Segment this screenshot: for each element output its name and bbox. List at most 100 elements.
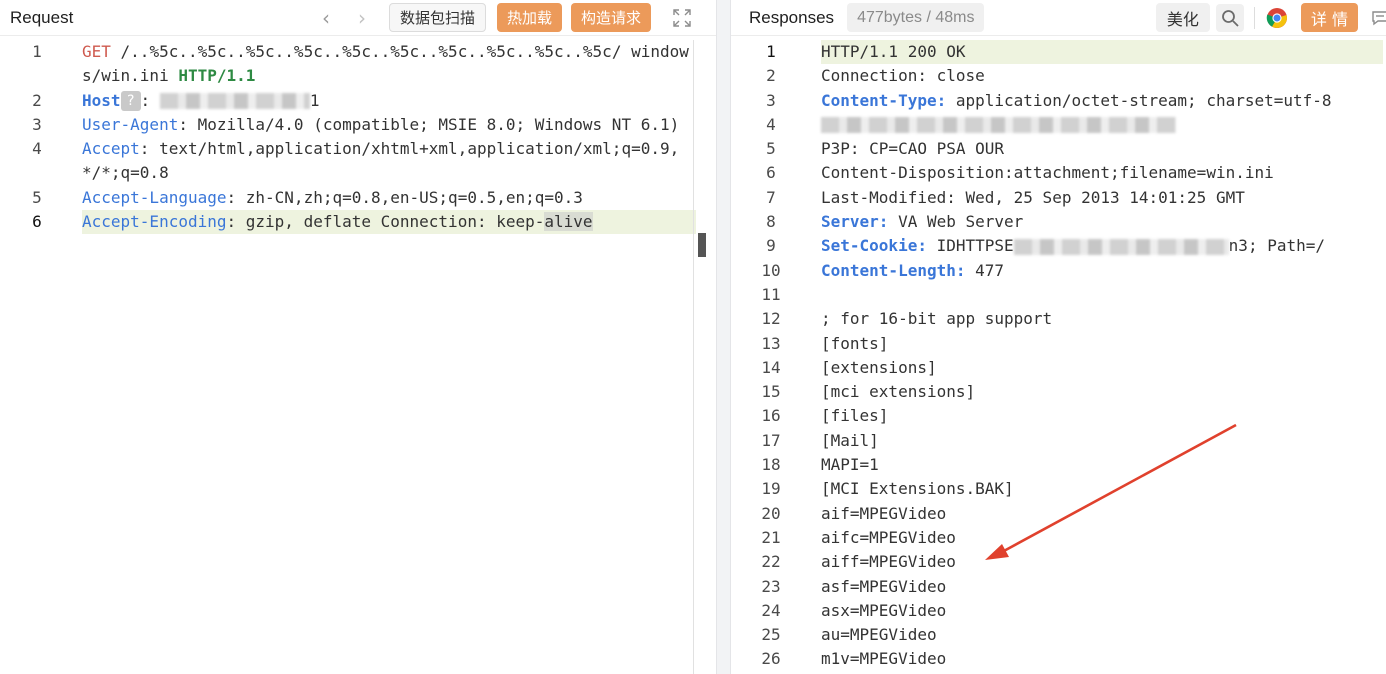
response-line-11: 11 bbox=[731, 283, 1386, 307]
header-key: Content-Type: bbox=[821, 90, 947, 110]
request-pane: Request ‹ › 数据包扫描 热加载 构造请求 1 GET /..%5c.… bbox=[0, 0, 716, 674]
response-line-13: 13 [fonts] bbox=[731, 332, 1386, 356]
response-line-text: Content-Type: application/octet-stream; … bbox=[821, 89, 1383, 113]
header-value: P3P: CP=CAO PSA OUR bbox=[821, 139, 1005, 159]
response-viewer[interactable]: 1 HTTP/1.1 200 OK 2 Connection: close 3 Conte… bbox=[731, 40, 1386, 672]
line-number: 17 bbox=[761, 430, 781, 450]
header-value: [fonts] bbox=[821, 333, 889, 353]
request-line-text: Accept: text/html,application/xhtml+xml,… bbox=[82, 137, 696, 186]
header-value: m1v=MPEGVideo bbox=[821, 649, 947, 669]
header-value: IDHTTPSE bbox=[926, 236, 1014, 256]
response-line-9: 9 Set-Cookie: IDHTTPSE n3; Path=/ bbox=[731, 234, 1386, 258]
chrome-icon[interactable] bbox=[1263, 4, 1291, 32]
header-separator: : bbox=[226, 187, 246, 207]
line-number: 3 bbox=[766, 90, 776, 110]
line-number: 15 bbox=[761, 382, 781, 402]
beautify-button[interactable]: 美化 bbox=[1155, 3, 1210, 32]
response-line-14: 14 [extensions] bbox=[731, 356, 1386, 380]
response-line-6: 6 Content-Disposition:attachment;filename… bbox=[731, 161, 1386, 185]
line-number: 18 bbox=[761, 455, 781, 475]
header-key: Content-Length: bbox=[821, 260, 966, 280]
http-protocol: HTTP/1.1 bbox=[178, 66, 256, 86]
line-number: 6 bbox=[766, 163, 776, 183]
line-number: 12 bbox=[761, 309, 781, 329]
header-value: [MCI Extensions.BAK] bbox=[821, 479, 1014, 499]
header-value: au=MPEGVideo bbox=[821, 625, 937, 645]
header-value: gzip, deflate Connection: keep- bbox=[245, 212, 545, 232]
response-line-text: Set-Cookie: IDHTTPSE n3; Path=/ bbox=[821, 234, 1383, 258]
http-method: GET bbox=[82, 42, 111, 61]
header-value: ; for 16-bit app support bbox=[821, 309, 1053, 329]
line-number: 26 bbox=[761, 649, 781, 669]
header-value: Content-Disposition:attachment;filename=… bbox=[821, 163, 1274, 183]
response-line-text bbox=[821, 283, 1383, 307]
comment-icon[interactable] bbox=[1366, 4, 1386, 32]
request-line-text: Accept-Encoding: gzip, deflate Connectio… bbox=[82, 210, 696, 235]
response-line-10: 10 Content-Length: 477 bbox=[731, 259, 1386, 283]
line-number: 19 bbox=[761, 479, 781, 499]
request-path: /..%5c..%5c..%5c..%5c..%5c..%5c..%5c..%5… bbox=[82, 42, 689, 86]
response-line-19: 19 [MCI Extensions.BAK] bbox=[731, 477, 1386, 501]
request-line-2: 2 Host?: 1 bbox=[0, 89, 716, 113]
line-number: 1 bbox=[766, 42, 776, 61]
request-scroll-track[interactable] bbox=[693, 40, 694, 674]
request-editor[interactable]: 1 GET /..%5c..%5c..%5c..%5c..%5c..%5c..%… bbox=[0, 40, 716, 235]
response-line-5: 5 P3P: CP=CAO PSA OUR bbox=[731, 137, 1386, 161]
hot-load-button[interactable]: 热加载 bbox=[496, 3, 562, 32]
pane-splitter[interactable] bbox=[716, 0, 731, 674]
response-line-text: Server: VA Web Server bbox=[821, 210, 1383, 234]
response-line-18: 18 MAPI=1 bbox=[731, 453, 1386, 477]
line-number: 7 bbox=[766, 187, 776, 207]
line-number: 10 bbox=[761, 260, 781, 280]
request-line-6: 6 Accept-Encoding: gzip, deflate Connect… bbox=[0, 210, 716, 235]
forward-arrow-icon[interactable]: › bbox=[349, 6, 375, 30]
response-line-24: 24 asx=MPEGVideo bbox=[731, 599, 1386, 623]
response-line-text: ; for 16-bit app support bbox=[821, 307, 1383, 331]
header-value: text/html,application/xhtml+xml,applicat… bbox=[82, 139, 680, 183]
response-line-text: asf=MPEGVideo bbox=[821, 575, 1383, 599]
header-separator: : bbox=[226, 212, 246, 232]
response-line-21: 21 aifc=MPEGVideo bbox=[731, 526, 1386, 550]
request-line-text: GET /..%5c..%5c..%5c..%5c..%5c..%5c..%5c… bbox=[82, 40, 696, 89]
line-number: 4 bbox=[766, 114, 776, 134]
line-number: 5 bbox=[32, 187, 42, 207]
header-value: aif=MPEGVideo bbox=[821, 503, 947, 523]
response-line-3: 3 Content-Type: application/octet-stream;… bbox=[731, 89, 1386, 113]
response-line-text: aifc=MPEGVideo bbox=[821, 526, 1383, 550]
header-key: Accept bbox=[82, 139, 140, 159]
header-value: [extensions] bbox=[821, 357, 937, 377]
line-number: 13 bbox=[761, 333, 781, 353]
request-title: Request bbox=[10, 7, 74, 27]
header-value: zh-CN,zh;q=0.8,en-US;q=0.5,en;q=0.3 bbox=[245, 187, 583, 207]
response-line-17: 17 [Mail] bbox=[731, 429, 1386, 453]
response-size-badge: 477bytes / 48ms bbox=[847, 3, 985, 32]
header-value: asx=MPEGVideo bbox=[821, 600, 947, 620]
details-button[interactable]: 详 情 bbox=[1300, 3, 1358, 32]
header-value: aifc=MPEGVideo bbox=[821, 527, 956, 547]
response-line-text: Content-Disposition:attachment;filename=… bbox=[821, 161, 1383, 185]
line-number: 11 bbox=[761, 284, 781, 304]
request-line-3: 3 User-Agent: Mozilla/4.0 (compatible; M… bbox=[0, 113, 716, 137]
header-key: Host bbox=[82, 90, 121, 110]
search-icon[interactable] bbox=[1215, 3, 1244, 32]
response-line-1: 1 HTTP/1.1 200 OK bbox=[731, 40, 1386, 65]
help-chip-icon[interactable]: ? bbox=[120, 91, 141, 112]
line-number: 23 bbox=[761, 576, 781, 596]
expand-icon[interactable] bbox=[668, 4, 696, 32]
header-value: application/octet-stream; charset=utf-8 bbox=[946, 90, 1332, 110]
response-line-text: asx=MPEGVideo bbox=[821, 599, 1383, 623]
line-number: 1 bbox=[32, 42, 42, 61]
response-line-20: 20 aif=MPEGVideo bbox=[731, 502, 1386, 526]
request-toolbar: Request ‹ › 数据包扫描 热加载 构造请求 bbox=[0, 0, 716, 36]
build-request-button[interactable]: 构造请求 bbox=[570, 3, 651, 32]
packet-scan-button[interactable]: 数据包扫描 bbox=[388, 3, 486, 32]
response-line-15: 15 [mci extensions] bbox=[731, 380, 1386, 404]
response-line-text: aiff=MPEGVideo bbox=[821, 550, 1383, 574]
response-line-text: P3P: CP=CAO PSA OUR bbox=[821, 137, 1383, 161]
response-line-text: [fonts] bbox=[821, 332, 1383, 356]
response-line-25: 25 au=MPEGVideo bbox=[731, 623, 1386, 647]
request-line-4: 4 Accept: text/html,application/xhtml+xm… bbox=[0, 137, 716, 186]
request-line-1: 1 GET /..%5c..%5c..%5c..%5c..%5c..%5c..%… bbox=[0, 40, 716, 89]
back-arrow-icon[interactable]: ‹ bbox=[313, 6, 339, 30]
selected-text: alive bbox=[544, 212, 593, 232]
